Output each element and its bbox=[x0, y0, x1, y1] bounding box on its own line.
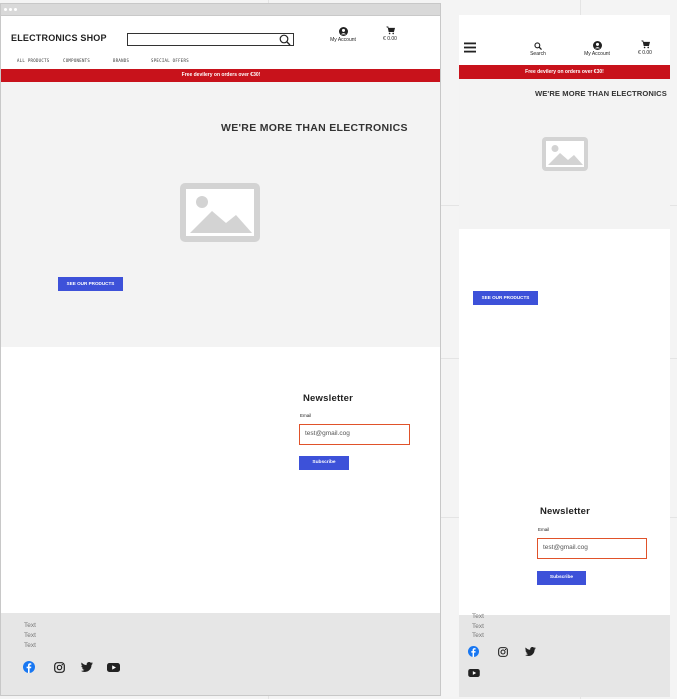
instagram-icon[interactable] bbox=[498, 647, 508, 657]
footer-link[interactable]: Text bbox=[24, 622, 36, 629]
hero-title: WE'RE MORE THAN ELECTRONICS bbox=[221, 122, 408, 134]
desktop-frame: ELECTRONICS SHOP My Account € 0.00 ALL P… bbox=[0, 3, 441, 696]
mobile-search-button[interactable]: Search bbox=[523, 42, 553, 57]
delivery-banner: Free devilery on orders over €30! bbox=[1, 69, 440, 82]
account-icon bbox=[592, 41, 602, 50]
account-icon bbox=[338, 27, 348, 36]
cart-total: € 0.00 bbox=[638, 50, 652, 56]
site-logo[interactable]: ELECTRONICS SHOP bbox=[11, 33, 107, 43]
nav-special-offers[interactable]: SPECIAL OFFERS bbox=[151, 58, 189, 63]
account-label: My Account bbox=[330, 37, 356, 43]
nav-brands[interactable]: BRANDS bbox=[113, 58, 129, 63]
footer-link[interactable]: Text bbox=[472, 632, 484, 639]
search-label: Search bbox=[530, 51, 546, 57]
email-field[interactable]: test@gmail.cog bbox=[537, 538, 647, 559]
window-dot[interactable] bbox=[4, 8, 7, 11]
instagram-icon[interactable] bbox=[54, 662, 65, 673]
footer-link[interactable]: Text bbox=[24, 632, 36, 639]
cart-icon bbox=[385, 26, 395, 35]
subscribe-button[interactable]: Subscribe bbox=[299, 456, 349, 470]
mobile-frame: Search My Account € 0.00 Free devilery o… bbox=[459, 15, 670, 697]
cart-total: € 0.00 bbox=[383, 36, 397, 42]
youtube-icon[interactable] bbox=[107, 663, 120, 672]
delivery-banner: Free devilery on orders over €30! bbox=[459, 65, 670, 79]
subscribe-button[interactable]: Subscribe bbox=[537, 571, 586, 585]
footer-link[interactable]: Text bbox=[472, 613, 484, 620]
email-field[interactable]: test@gmail.cog bbox=[299, 424, 410, 445]
image-placeholder-icon bbox=[542, 137, 588, 171]
cart-button[interactable]: € 0.00 bbox=[376, 26, 404, 42]
search-icon[interactable] bbox=[279, 34, 291, 46]
window-dot[interactable] bbox=[9, 8, 12, 11]
account-button[interactable]: My Account bbox=[578, 41, 616, 57]
newsletter-title: Newsletter bbox=[540, 506, 591, 517]
nav-components[interactable]: COMPONENTS bbox=[63, 58, 90, 63]
facebook-icon[interactable] bbox=[23, 661, 35, 673]
cart-button[interactable]: € 0.00 bbox=[633, 40, 657, 56]
hero-title: WE'RE MORE THAN ELECTRONICS bbox=[535, 89, 667, 98]
see-products-button[interactable]: SEE OUR PRODUCTS bbox=[473, 291, 538, 305]
email-label: Email bbox=[538, 527, 550, 532]
youtube-icon[interactable] bbox=[468, 669, 480, 677]
footer bbox=[1, 613, 440, 695]
cart-icon bbox=[640, 40, 650, 49]
email-label: Email bbox=[300, 413, 312, 418]
hamburger-menu-icon[interactable] bbox=[464, 42, 476, 53]
account-button[interactable]: My Account bbox=[323, 27, 363, 43]
twitter-icon[interactable] bbox=[81, 662, 93, 672]
see-products-button[interactable]: SEE OUR PRODUCTS bbox=[58, 277, 123, 291]
footer-link[interactable]: Text bbox=[472, 623, 484, 630]
search-input[interactable] bbox=[127, 33, 294, 46]
nav-all-products[interactable]: ALL PRODUCTS bbox=[17, 58, 50, 63]
image-placeholder-icon bbox=[180, 183, 260, 242]
newsletter-title: Newsletter bbox=[303, 393, 354, 404]
window-dot[interactable] bbox=[14, 8, 17, 11]
account-label: My Account bbox=[584, 51, 610, 57]
footer bbox=[459, 615, 670, 697]
facebook-icon[interactable] bbox=[468, 646, 479, 657]
twitter-icon[interactable] bbox=[525, 647, 536, 656]
window-chrome bbox=[1, 4, 440, 16]
search-icon bbox=[534, 42, 542, 50]
footer-link[interactable]: Text bbox=[24, 642, 36, 649]
